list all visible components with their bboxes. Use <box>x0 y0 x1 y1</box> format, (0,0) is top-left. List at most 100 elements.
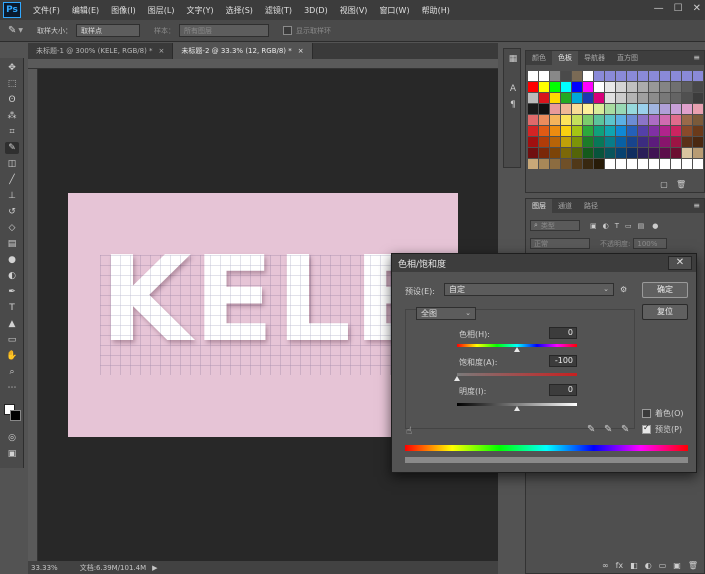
color-swatch[interactable] <box>693 148 703 158</box>
color-swatch[interactable] <box>594 159 604 169</box>
color-swatch[interactable] <box>660 104 670 114</box>
color-swatch[interactable] <box>539 104 549 114</box>
vertical-ruler[interactable] <box>28 69 38 562</box>
color-swatch[interactable] <box>627 93 637 103</box>
color-swatch[interactable] <box>594 104 604 114</box>
color-swatch[interactable] <box>605 159 615 169</box>
crop-tool-icon[interactable]: ⌗ <box>5 126 19 138</box>
color-swatch[interactable] <box>627 104 637 114</box>
color-swatch[interactable] <box>572 115 582 125</box>
color-swatch[interactable] <box>583 126 593 136</box>
color-swatch[interactable] <box>616 126 626 136</box>
new-swatch-icon[interactable]: ▢ <box>659 180 669 189</box>
color-swatch[interactable] <box>671 104 681 114</box>
color-swatch[interactable] <box>572 148 582 158</box>
color-swatch[interactable] <box>616 148 626 158</box>
tab-close-icon[interactable]: × <box>298 47 304 55</box>
color-swatch[interactable] <box>682 104 692 114</box>
hue-input[interactable]: 0 <box>549 327 577 339</box>
color-swatch[interactable] <box>605 82 615 92</box>
menu-filter[interactable]: 滤镜(T) <box>265 5 292 16</box>
color-swatch[interactable] <box>649 148 659 158</box>
color-swatch[interactable] <box>682 137 692 147</box>
color-swatch[interactable] <box>660 82 670 92</box>
color-swatch[interactable] <box>528 93 538 103</box>
color-swatch[interactable] <box>594 137 604 147</box>
menu-3d[interactable]: 3D(D) <box>304 6 328 15</box>
marquee-tool-icon[interactable]: ⬚ <box>5 78 19 90</box>
color-swatch[interactable] <box>572 137 582 147</box>
color-swatch[interactable] <box>572 159 582 169</box>
tab-color[interactable]: 颜色 <box>526 51 552 65</box>
preset-options-icon[interactable]: ⚙ <box>620 285 627 294</box>
tab-layers[interactable]: 图层 <box>526 199 552 213</box>
hand-tool-icon[interactable]: ✋ <box>5 350 19 362</box>
panel-menu-icon[interactable]: ≡ <box>693 53 700 62</box>
color-swatch[interactable] <box>605 148 615 158</box>
saturation-slider-thumb[interactable] <box>454 376 460 381</box>
color-swatch[interactable] <box>539 137 549 147</box>
filter-pixel-icon[interactable]: ▣ <box>590 222 597 230</box>
menu-edit[interactable]: 编辑(E) <box>72 5 99 16</box>
color-swatch[interactable] <box>682 148 692 158</box>
status-arrow-icon[interactable]: ▶ <box>152 564 157 572</box>
color-swatch[interactable] <box>528 115 538 125</box>
ok-button[interactable]: 确定 <box>642 282 688 298</box>
color-swatch[interactable] <box>649 126 659 136</box>
eyedropper-plus-icon[interactable]: ✎ <box>604 424 612 435</box>
filter-toggle-icon[interactable]: ● <box>652 222 658 230</box>
color-swatch[interactable] <box>594 148 604 158</box>
color-swatch[interactable] <box>550 159 560 169</box>
color-swatch[interactable] <box>550 104 560 114</box>
type-tool-icon[interactable]: T <box>5 302 19 314</box>
color-swatch[interactable] <box>583 137 593 147</box>
new-layer-icon[interactable]: ▣ <box>673 561 681 570</box>
tab-document-2[interactable]: 未标题-2 @ 33.3% (12, RGB/8) * × <box>173 43 313 59</box>
color-swatch[interactable] <box>539 148 549 158</box>
color-swatch[interactable] <box>528 148 538 158</box>
color-swatch[interactable] <box>616 82 626 92</box>
color-swatch[interactable] <box>550 115 560 125</box>
menu-select[interactable]: 选择(S) <box>226 5 253 16</box>
color-swatch[interactable] <box>638 159 648 169</box>
color-swatch[interactable] <box>605 71 615 81</box>
color-swatch[interactable] <box>693 93 703 103</box>
preset-arrow-icon[interactable]: ▼ <box>18 27 23 34</box>
color-swatch[interactable] <box>649 82 659 92</box>
color-swatch[interactable] <box>561 93 571 103</box>
color-swatch[interactable] <box>671 115 681 125</box>
color-swatch[interactable] <box>594 93 604 103</box>
color-swatch[interactable] <box>616 115 626 125</box>
color-swatch[interactable] <box>627 126 637 136</box>
color-swatch[interactable] <box>693 126 703 136</box>
reset-button[interactable]: 复位 <box>642 304 688 320</box>
color-swatch[interactable] <box>528 126 538 136</box>
color-swatch[interactable] <box>583 104 593 114</box>
filter-adjustment-icon[interactable]: ◐ <box>603 222 609 230</box>
clone-stamp-tool-icon[interactable]: ⊥ <box>5 190 19 202</box>
shape-tool-icon[interactable]: ▭ <box>5 334 19 346</box>
color-swatch[interactable] <box>693 159 703 169</box>
brush-tool-icon[interactable]: ╱ <box>5 174 19 186</box>
color-swatch[interactable] <box>550 71 560 81</box>
color-swatch[interactable] <box>550 148 560 158</box>
sample-size-select[interactable]: 取样点 <box>76 24 141 37</box>
color-swatch[interactable] <box>660 71 670 81</box>
channel-select[interactable]: 全图 ⌄ <box>416 307 476 320</box>
color-swatch[interactable] <box>572 104 582 114</box>
healing-brush-tool-icon[interactable]: ◫ <box>5 158 19 170</box>
tab-paths[interactable]: 路径 <box>578 199 604 213</box>
color-swatch[interactable] <box>550 137 560 147</box>
dialog-close-button[interactable]: ✕ <box>668 256 692 270</box>
color-swatch[interactable] <box>605 137 615 147</box>
color-swatch[interactable] <box>627 82 637 92</box>
lasso-tool-icon[interactable]: ʘ <box>5 94 19 106</box>
color-swatch[interactable] <box>561 104 571 114</box>
hue-slider-thumb[interactable] <box>514 347 520 352</box>
history-panel-icon[interactable]: ▦ <box>507 53 519 65</box>
dialog-title[interactable]: 色相/饱和度 <box>392 254 696 272</box>
maximize-button[interactable]: ☐ <box>674 3 683 14</box>
filter-type-icon[interactable]: T <box>615 222 619 230</box>
color-swatch[interactable] <box>693 104 703 114</box>
link-layers-icon[interactable]: ∞ <box>602 561 609 570</box>
